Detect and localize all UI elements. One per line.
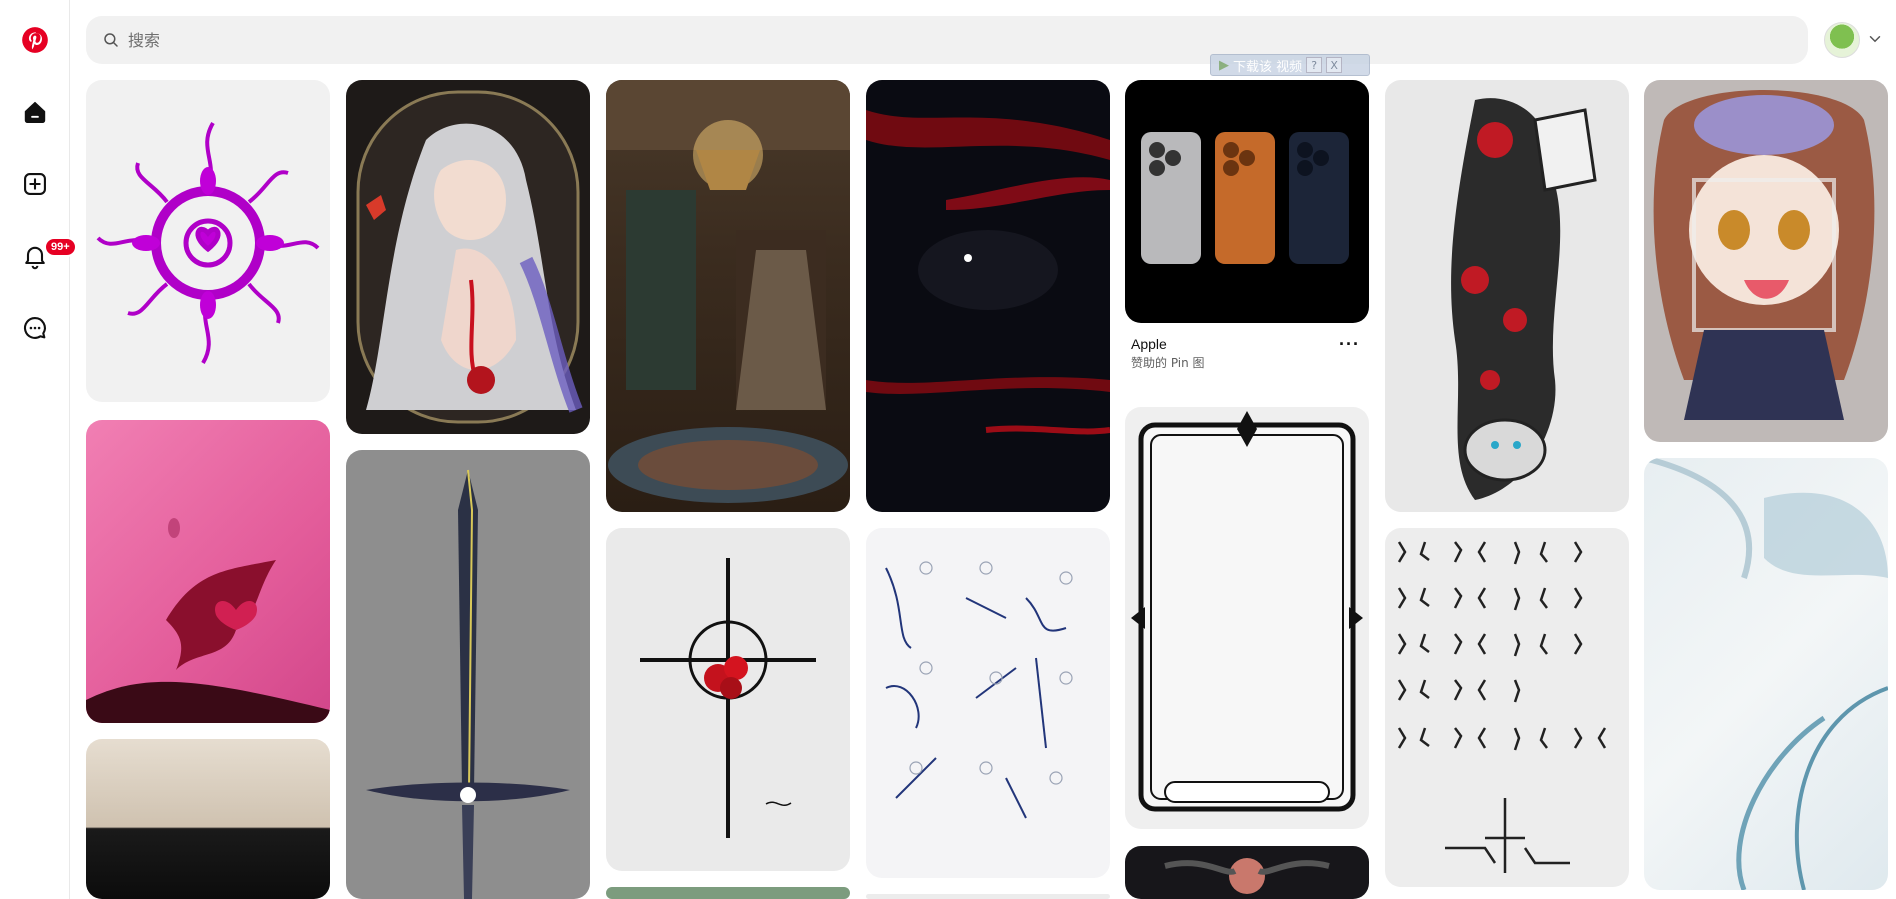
pin-rose-cross-image: [640, 558, 816, 838]
pin-anime-girl[interactable]: [346, 80, 590, 434]
pin-sigil[interactable]: [86, 80, 330, 402]
search-input[interactable]: [128, 30, 1808, 50]
pin-pose-sketches-image: [885, 561, 1073, 819]
create-icon[interactable]: [11, 160, 59, 208]
pin-samurai-tattoo[interactable]: [1385, 80, 1629, 512]
pin-partial-col4[interactable]: [866, 894, 1110, 899]
pin-black-hole[interactable]: [866, 80, 1110, 512]
pin-samurai-tattoo-image: [1451, 98, 1597, 500]
pin-apple-subtitle: 赞助的 Pin 图: [1131, 356, 1205, 370]
pin-sigil-image: [96, 121, 320, 365]
pin-rune-sheet-image: [1397, 541, 1607, 873]
pin-pose-sketches[interactable]: [866, 528, 1110, 878]
pin-apple-ad-image: [1141, 132, 1349, 264]
pin-tattoo-belly-image: [86, 518, 330, 723]
pin-rose-cross[interactable]: [606, 528, 850, 871]
avatar[interactable]: [1824, 22, 1860, 58]
pin-room[interactable]: [86, 739, 330, 899]
pin-apple-meta: Apple 赞助的 Pin 图: [1131, 336, 1361, 371]
pin-green-banner[interactable]: [606, 887, 850, 899]
notifications-icon[interactable]: 99+: [11, 232, 77, 280]
pin-rune-sheet[interactable]: [1385, 528, 1629, 887]
more-options-icon[interactable]: ···: [1339, 334, 1360, 355]
pin-rose-dark-image: [1164, 858, 1330, 894]
pin-anime-girl-image: [356, 90, 583, 424]
pin-chibi-girl[interactable]: [1644, 80, 1888, 442]
help-button[interactable]: ?: [1306, 57, 1323, 73]
sidebar: 99+: [0, 0, 77, 899]
chevron-down-icon[interactable]: [1866, 30, 1884, 48]
pin-ornate-frame-image: [1131, 411, 1363, 812]
search-bar[interactable]: [86, 16, 1808, 64]
pin-black-hole-image: [866, 110, 1110, 435]
pin-abstract-blue-image: [1644, 458, 1888, 890]
close-button[interactable]: X: [1326, 57, 1343, 73]
pin-tattoo-belly[interactable]: [86, 420, 330, 723]
pin-hallway[interactable]: [606, 80, 850, 512]
pin-sword[interactable]: [346, 450, 590, 899]
messages-icon[interactable]: [11, 304, 59, 352]
notification-badge: 99+: [44, 237, 77, 257]
play-icon: ▶: [1219, 57, 1229, 73]
search-icon: [104, 33, 118, 47]
pin-sword-image: [366, 469, 570, 899]
pin-ornate-frame[interactable]: [1125, 407, 1369, 829]
pin-apple-title[interactable]: Apple: [1131, 336, 1361, 352]
pinterest-logo-icon[interactable]: [11, 16, 59, 64]
download-video-bar[interactable]: ▶ 下载该 视频 ? X: [1210, 54, 1370, 76]
pin-chibi-girl-image: [1653, 90, 1875, 420]
pin-hallway-image: [606, 80, 850, 503]
home-icon[interactable]: [11, 87, 59, 135]
pin-abstract-blue[interactable]: [1644, 458, 1888, 890]
pin-rose-dark[interactable]: [1125, 846, 1369, 899]
pin-apple-ad[interactable]: [1125, 80, 1369, 323]
download-video-label: 下载该 视频: [1233, 59, 1303, 75]
